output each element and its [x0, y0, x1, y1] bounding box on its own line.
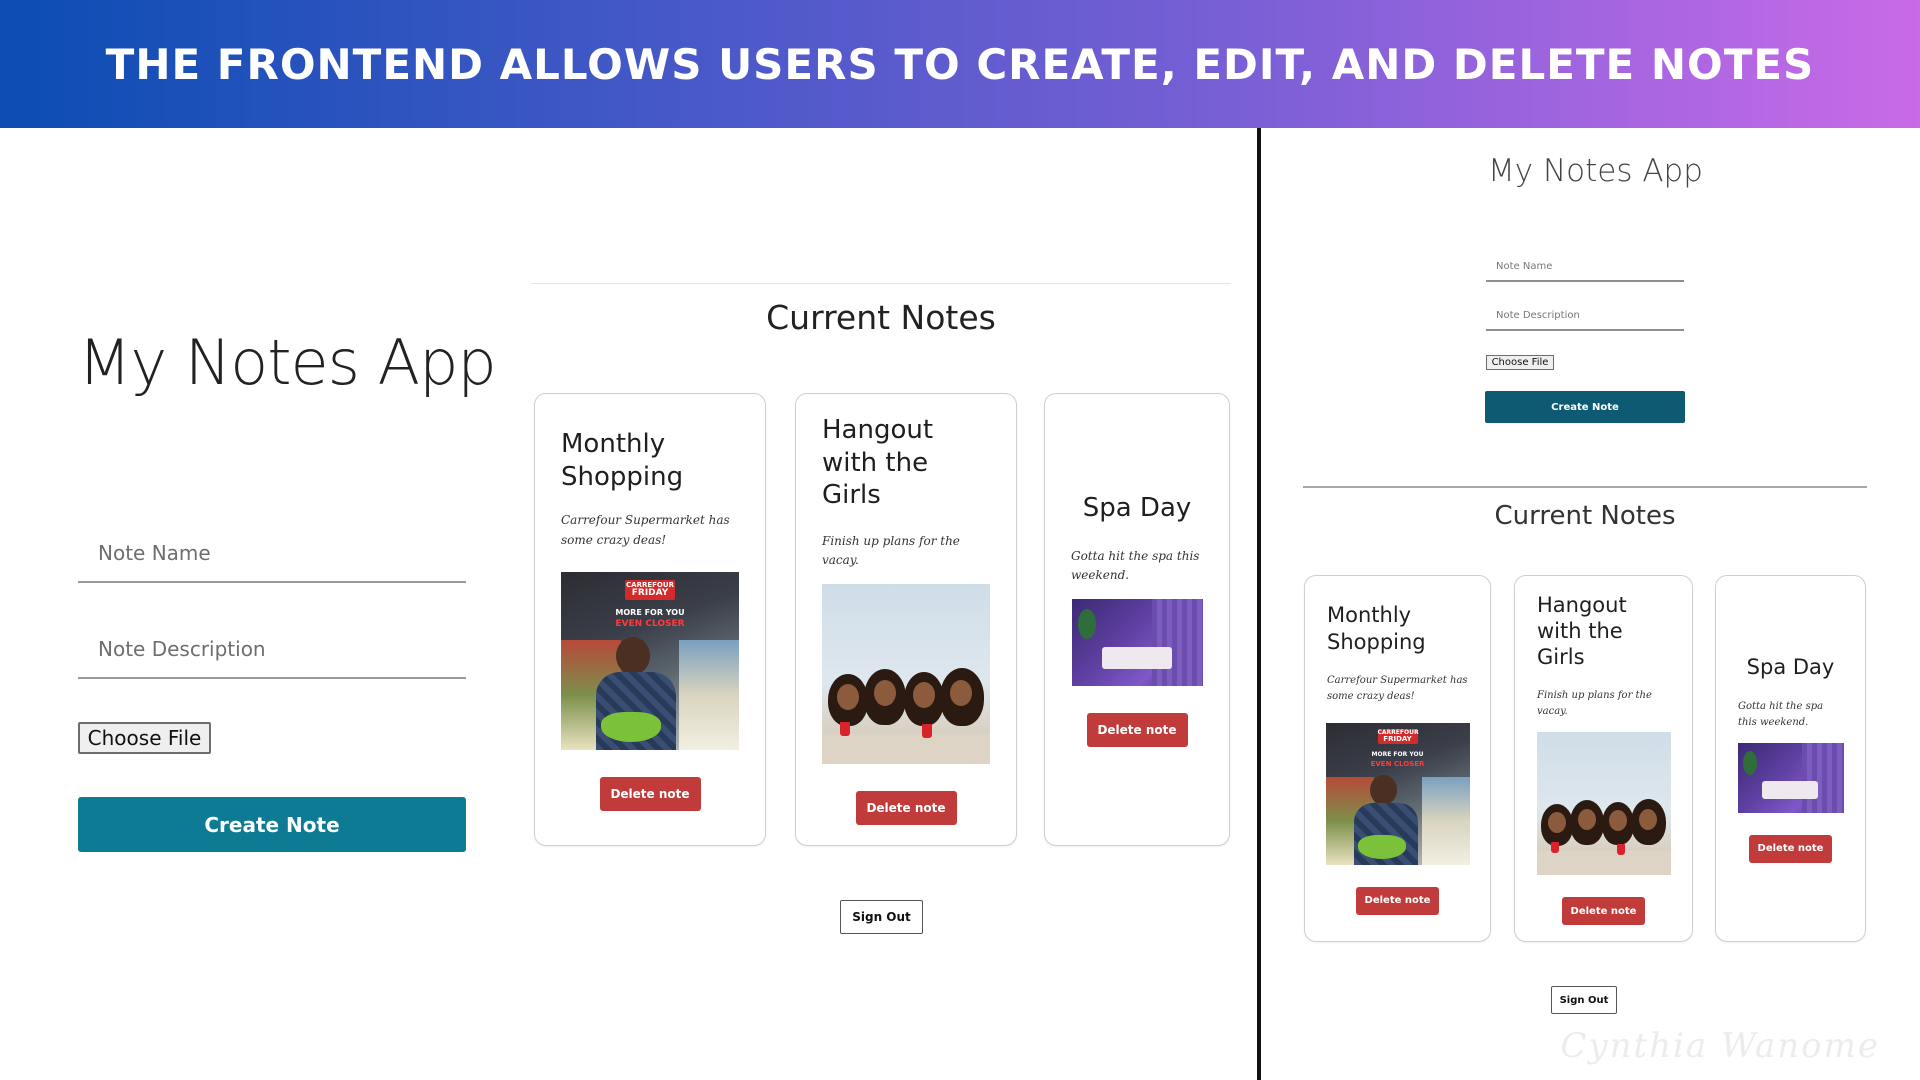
create-note-button[interactable]: Create Note: [1485, 391, 1685, 423]
choose-file-button[interactable]: Choose File: [78, 722, 211, 754]
note-card: Spa Day Gotta hit the spa this weekend. …: [1044, 393, 1230, 846]
note-description: Carrefour Supermarket has some crazy dea…: [561, 513, 730, 547]
sign-out-button[interactable]: Sign Out: [840, 900, 923, 934]
sign-line2: FRIDAY: [631, 588, 669, 599]
note-card: Spa Day Gotta hit the spa this weekend. …: [1715, 575, 1866, 942]
current-notes-heading: Current Notes: [766, 298, 996, 337]
app-title: My Notes App: [1488, 153, 1703, 189]
create-note-button[interactable]: Create Note: [78, 797, 466, 852]
sign-red: EVEN CLOSER: [615, 618, 685, 629]
section-divider: [531, 283, 1231, 284]
app-title: My Notes App: [78, 326, 497, 399]
note-image: [1536, 732, 1671, 876]
note-title: Hangout with the Girls: [1537, 592, 1627, 670]
note-image: CARREFOUR FRIDAY MORE FOR YOU EVEN CLOSE…: [561, 571, 739, 750]
note-title: Spa Day: [1746, 655, 1835, 680]
note-card: Hangout with the Girls Finish up plans f…: [795, 393, 1017, 846]
section-divider: [1303, 486, 1867, 488]
header-banner: THE FRONTEND ALLOWS USERS TO CREATE, EDI…: [0, 0, 1920, 128]
note-name-input[interactable]: [78, 525, 466, 583]
note-title: Monthly Shopping: [1327, 603, 1426, 654]
sign-sub: MORE FOR YOU: [615, 607, 685, 617]
watermark: Cynthia Wanome: [1560, 1026, 1880, 1066]
sign-red: EVEN CLOSER: [1370, 759, 1425, 768]
note-image: [1071, 598, 1203, 686]
note-description: Finish up plans for the vacay.: [822, 533, 960, 567]
note-card: Hangout with the Girls Finish up plans f…: [1514, 575, 1693, 942]
note-title: Hangout with the Girls: [822, 415, 934, 511]
note-description: Carrefour Supermarket has some crazy dea…: [1327, 674, 1468, 702]
current-notes-heading: Current Notes: [1494, 501, 1676, 531]
note-card: Monthly Shopping Carrefour Supermarket h…: [534, 393, 766, 846]
sign-out-button[interactable]: Sign Out: [1551, 986, 1617, 1014]
delete-note-button[interactable]: Delete note: [599, 776, 701, 811]
note-image: CARREFOUR FRIDAY MORE FOR YOU EVEN CLOSE…: [1325, 722, 1470, 865]
sign-sub: MORE FOR YOU: [1371, 750, 1424, 758]
note-title: Spa Day: [1082, 493, 1192, 524]
note-description-input[interactable]: [1486, 301, 1684, 331]
note-description-input[interactable]: [78, 621, 466, 679]
note-card: Monthly Shopping Carrefour Supermarket h…: [1304, 575, 1491, 942]
note-image: [1737, 742, 1844, 813]
note-description: Finish up plans for the vacay.: [1537, 690, 1652, 718]
note-title: Monthly Shopping: [561, 429, 684, 492]
note-image: [822, 583, 990, 764]
banner-title: THE FRONTEND ALLOWS USERS TO CREATE, EDI…: [105, 39, 1815, 89]
delete-note-button[interactable]: Delete note: [1086, 712, 1188, 747]
sign-line2: FRIDAY: [1383, 735, 1412, 744]
note-name-input[interactable]: [1486, 252, 1684, 282]
note-description: Gotta hit the spa this weekend.: [1071, 548, 1200, 582]
delete-note-button[interactable]: Delete note: [855, 790, 957, 825]
delete-note-button[interactable]: Delete note: [1562, 897, 1645, 926]
panel-divider: [1257, 128, 1261, 1080]
delete-note-button[interactable]: Delete note: [1749, 834, 1832, 863]
note-description: Gotta hit the spa this weekend.: [1738, 700, 1824, 728]
choose-file-button[interactable]: Choose File: [1486, 355, 1554, 370]
delete-note-button[interactable]: Delete note: [1356, 886, 1439, 915]
